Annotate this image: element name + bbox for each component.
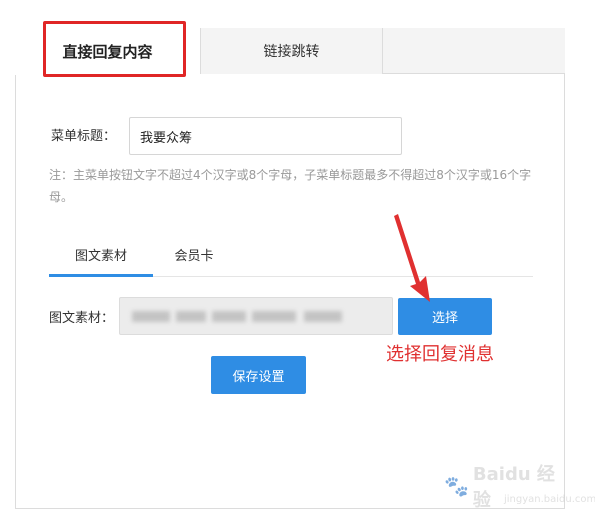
blurred-text [176, 311, 206, 322]
tab-direct-reply-label: 直接回复内容 [62, 42, 153, 61]
material-label: 图文素材： [49, 311, 115, 326]
subtab-graphic-material[interactable]: 图文素材 [49, 232, 153, 276]
subtab-member-card[interactable]: 会员卡 [153, 232, 235, 276]
save-settings-button[interactable]: 保存设置 [211, 356, 306, 394]
menu-note: 注：主菜单按钮文字不超过4个汉字或8个字母，子菜单标题最多不得超过8个汉字或16… [49, 168, 532, 204]
blurred-text [252, 311, 296, 322]
tab-bar: 直接回复内容 链接跳转 [15, 28, 565, 74]
menu-title-input[interactable]: 我要众筹 [129, 117, 402, 155]
subtab-member-card-label: 会员卡 [174, 248, 214, 264]
menu-title-label: 菜单标题： [51, 129, 117, 144]
tab-direct-reply[interactable]: 直接回复内容 [15, 28, 201, 74]
baidu-watermark: 🐾 Baidu 经验 jingyan.baidu.com [444, 464, 595, 511]
tab-link-jump[interactable]: 链接跳转 [201, 28, 383, 74]
material-field [119, 297, 393, 335]
content-type-tabs: 图文素材 会员卡 [49, 232, 533, 277]
watermark-sub: jingyan.baidu.com [504, 494, 595, 505]
annotation-arrow-icon [394, 214, 430, 302]
blurred-text [212, 311, 246, 322]
blurred-text [304, 311, 342, 322]
annotation-text: 选择回复消息 [386, 344, 494, 365]
menu-title-value: 我要众筹 [140, 130, 193, 146]
subtab-graphic-material-label: 图文素材 [74, 248, 127, 264]
paw-icon: 🐾 [444, 474, 469, 498]
tab-link-jump-label: 链接跳转 [263, 44, 320, 60]
blurred-text [132, 311, 170, 322]
active-tab-connector [15, 73, 200, 75]
active-subtab-indicator [49, 274, 153, 277]
